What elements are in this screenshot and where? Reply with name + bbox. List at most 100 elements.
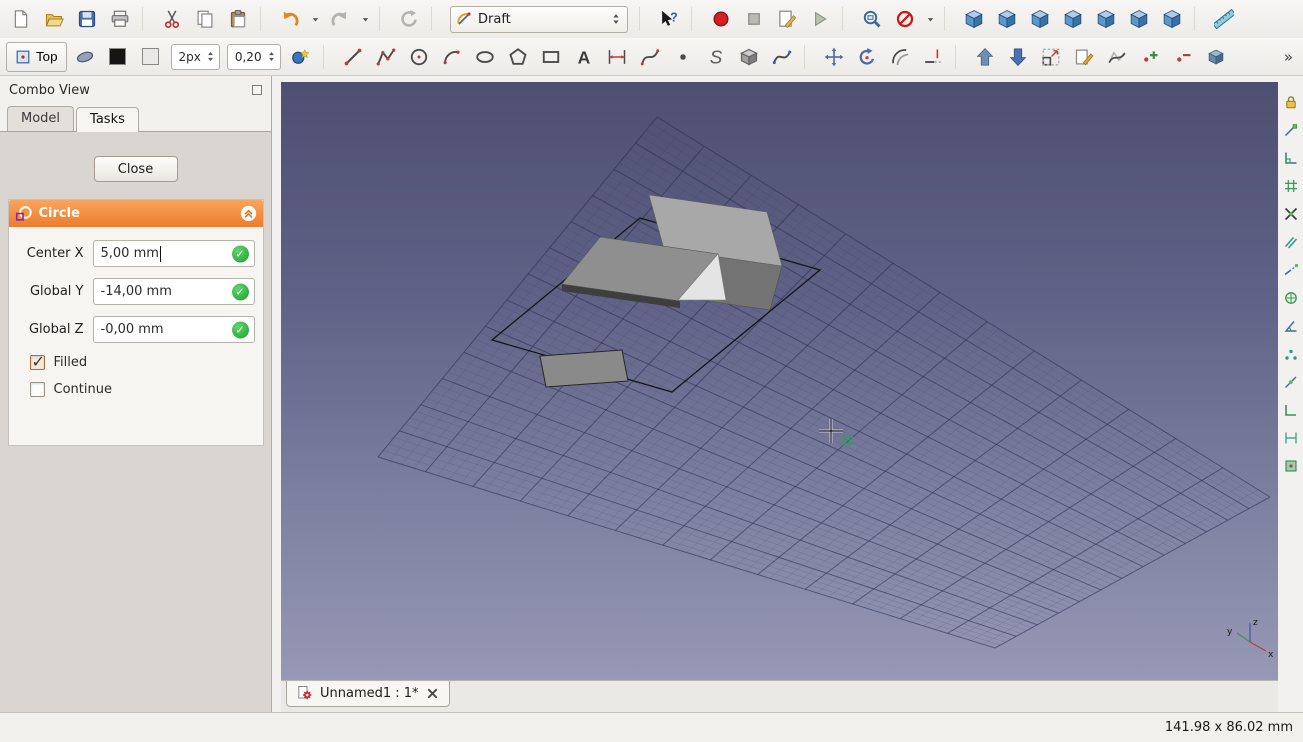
- draft-bspline-button[interactable]: [635, 42, 665, 72]
- view-isometric-button[interactable]: [959, 4, 989, 34]
- draft-bezcurve-button[interactable]: [767, 42, 797, 72]
- paste-button[interactable]: [223, 4, 253, 34]
- draft-point-button[interactable]: [668, 42, 698, 72]
- snap-grid-button[interactable]: [1281, 176, 1301, 196]
- view-right-button[interactable]: [1058, 4, 1088, 34]
- close-tab-icon[interactable]: [426, 687, 439, 700]
- tab-tasks[interactable]: Tasks: [76, 107, 139, 132]
- snap-ortho-button[interactable]: [1281, 400, 1301, 420]
- cut-button[interactable]: [157, 4, 187, 34]
- draft-addpoint-button[interactable]: [1135, 42, 1165, 72]
- draft-arc-button[interactable]: [437, 42, 467, 72]
- snap-near-button[interactable]: [1281, 372, 1301, 392]
- macro-record-button[interactable]: [706, 4, 736, 34]
- refresh-button[interactable]: [394, 4, 424, 34]
- snap-angle-button[interactable]: [1281, 316, 1301, 336]
- draft-shapestring-button[interactable]: S: [701, 42, 731, 72]
- view-top-icon: [1030, 9, 1050, 29]
- draft-ellipse-button[interactable]: [470, 42, 500, 72]
- macro-play-button[interactable]: [805, 4, 835, 34]
- scale-spinner[interactable]: 0,20: [226, 43, 281, 70]
- snap-intersection-button[interactable]: [1281, 204, 1301, 224]
- global-y-input[interactable]: -14,00 mm: [92, 278, 255, 305]
- draft-downgrade-button[interactable]: [1003, 42, 1033, 72]
- view-top-button[interactable]: [1025, 4, 1055, 34]
- measure-distance-button[interactable]: [1209, 4, 1239, 34]
- draft-rectangle-button[interactable]: [536, 42, 566, 72]
- draft-circle-button[interactable]: [404, 42, 434, 72]
- draft-delpoint-button[interactable]: [1168, 42, 1198, 72]
- task-section-header[interactable]: Circle: [8, 200, 263, 227]
- snap-parallel-button[interactable]: [1281, 232, 1301, 252]
- center-x-input[interactable]: 5,00 mm: [92, 240, 255, 267]
- draft-line-button[interactable]: [338, 42, 368, 72]
- draft-draft2sketch-button[interactable]: [1201, 42, 1231, 72]
- snap-extension-button[interactable]: [1281, 260, 1301, 280]
- cut-icon: [162, 9, 182, 29]
- save-document-button[interactable]: [72, 4, 102, 34]
- workplane-button[interactable]: Top: [6, 41, 67, 72]
- draft-toolbar: Top 2px 0,20 A S »: [0, 38, 1303, 76]
- view-left-button[interactable]: [1157, 4, 1187, 34]
- draft-polygon-button[interactable]: [503, 42, 533, 72]
- snap-dimensions-button[interactable]: [1281, 428, 1301, 448]
- draft-scale-button[interactable]: [1036, 42, 1066, 72]
- view-bottom-button[interactable]: [1124, 4, 1154, 34]
- small-rectangle[interactable]: [539, 349, 629, 388]
- undo-arrow-button[interactable]: [308, 4, 322, 34]
- redo-arrow-button[interactable]: [358, 4, 372, 34]
- draft-dimension-button[interactable]: [602, 42, 632, 72]
- draft-upgrade-button[interactable]: [970, 42, 1000, 72]
- global-z-input[interactable]: -0,00 mm: [92, 316, 255, 343]
- construction-mode-button[interactable]: [70, 42, 100, 72]
- zoom-box-button[interactable]: [857, 4, 887, 34]
- 3d-scene[interactable]: z x y: [281, 82, 1278, 680]
- collapse-task-icon[interactable]: [240, 205, 257, 222]
- snap-endpoint-button[interactable]: [1281, 120, 1301, 140]
- linewidth-spinner[interactable]: 2px: [170, 43, 220, 70]
- snap-lock-button[interactable]: [1281, 92, 1301, 112]
- copy-button[interactable]: [190, 4, 220, 34]
- clip-arrow-button[interactable]: [923, 4, 937, 34]
- draft-text-button[interactable]: A: [569, 42, 599, 72]
- toolbar-overflow[interactable]: »: [1280, 48, 1297, 66]
- draft-facebinder-button[interactable]: [734, 42, 764, 72]
- continue-checkbox[interactable]: [29, 382, 45, 397]
- view-rear-button[interactable]: [1091, 4, 1121, 34]
- filled-checkbox[interactable]: [29, 352, 45, 371]
- undo-button[interactable]: [275, 4, 305, 34]
- spin-arrows-icon: [610, 13, 622, 25]
- close-task-button[interactable]: Close: [93, 156, 178, 182]
- snap-special-button[interactable]: [1281, 344, 1301, 364]
- workbench-selector[interactable]: Draft: [450, 5, 628, 33]
- snap-intersection-icon: [1283, 206, 1299, 222]
- float-panel-icon[interactable]: [252, 85, 262, 95]
- draft-wire-button[interactable]: [371, 42, 401, 72]
- open-document-button[interactable]: [39, 4, 69, 34]
- new-document-button[interactable]: [6, 4, 36, 34]
- line-color-button[interactable]: [103, 42, 133, 72]
- draft-offset-button[interactable]: [885, 42, 915, 72]
- model-geometry[interactable]: [490, 194, 822, 393]
- redo-button[interactable]: [325, 4, 355, 34]
- document-tab[interactable]: Unnamed1 : 1*: [286, 681, 450, 707]
- snap-perpendicular-button[interactable]: [1281, 148, 1301, 168]
- autogroup-button[interactable]: [286, 42, 316, 72]
- view-front-button[interactable]: [992, 4, 1022, 34]
- face-color-button[interactable]: [136, 42, 166, 72]
- macro-stop-button[interactable]: [739, 4, 769, 34]
- snap-workingplane-button[interactable]: [1281, 456, 1301, 476]
- snap-toolbar: [1278, 76, 1303, 712]
- clipping-plane-button[interactable]: [890, 4, 920, 34]
- snap-center-button[interactable]: [1281, 288, 1301, 308]
- print-button[interactable]: [105, 4, 135, 34]
- tab-model[interactable]: Model: [7, 106, 75, 131]
- draft-rotate-button[interactable]: [852, 42, 882, 72]
- macro-edit-button[interactable]: [772, 4, 802, 34]
- draft-move-button[interactable]: [819, 42, 849, 72]
- draft-wire2bspline-button[interactable]: [1102, 42, 1132, 72]
- 3d-viewport[interactable]: z x y: [281, 82, 1278, 680]
- draft-edit-button[interactable]: [1069, 42, 1099, 72]
- draft-trimex-button[interactable]: [918, 42, 948, 72]
- whatsthis-button[interactable]: ?: [654, 4, 684, 34]
